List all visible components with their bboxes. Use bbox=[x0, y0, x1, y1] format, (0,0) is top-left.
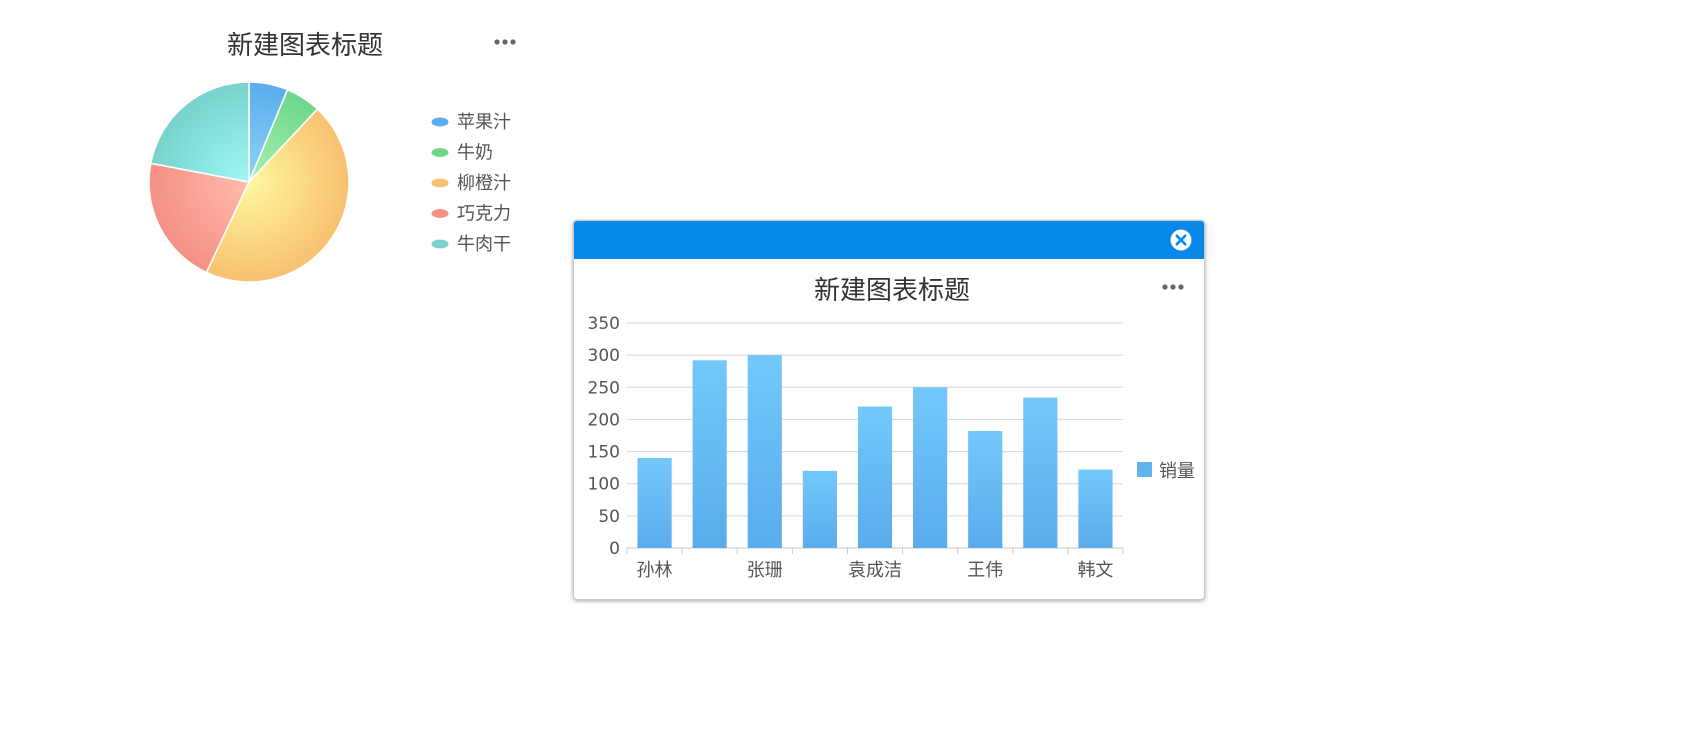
popup-header bbox=[574, 221, 1204, 259]
bar[interactable] bbox=[1078, 469, 1113, 548]
pie-legend-label[interactable]: 牛肉干 bbox=[457, 234, 511, 255]
pie-more-icon[interactable] bbox=[494, 39, 516, 45]
bar-chart: 新建图表标题 0 50 100 150 200 250 300 350 孙林 张珊 袁成洁 王伟 韩文… bbox=[588, 276, 1195, 581]
bar-y-tick-label: 250 bbox=[588, 378, 620, 398]
bar-x-tick-label: 孙林 bbox=[637, 560, 673, 581]
bar[interactable] bbox=[637, 458, 672, 548]
pie-chart-title: 新建图表标题 bbox=[227, 31, 383, 61]
bar-y-tick-label: 200 bbox=[588, 410, 620, 430]
chart-popup-window: 新建图表标题 0 50 100 150 200 250 300 350 孙林 张珊 袁成洁 王伟 韩文… bbox=[573, 220, 1205, 600]
bar-x-axis: 孙林 张珊 袁成洁 王伟 韩文 bbox=[626, 548, 1124, 581]
page-canvas: 新建图表标题 苹果汁 牛奶 柳橙汁 巧克力 牛肉干 新建图表标题 0 50 10… bbox=[0, 0, 1699, 743]
bar-x-tick-label: 韩文 bbox=[1077, 560, 1113, 581]
pie-legend-label[interactable]: 牛奶 bbox=[457, 143, 493, 164]
bar-y-tick-label: 0 bbox=[609, 539, 620, 559]
bar-x-tick-label: 袁成洁 bbox=[848, 560, 902, 581]
pie-legend-marker bbox=[431, 239, 449, 249]
bar-legend-marker bbox=[1137, 462, 1152, 477]
bar-legend: 销量 bbox=[1137, 461, 1195, 482]
bar-y-axis: 0 50 100 150 200 250 300 350 bbox=[588, 314, 620, 559]
bar[interactable] bbox=[968, 431, 1003, 548]
pie-legend-label[interactable]: 苹果汁 bbox=[457, 112, 511, 133]
pie-legend-marker bbox=[431, 209, 449, 218]
pie-legend-marker bbox=[431, 117, 449, 127]
bar[interactable] bbox=[913, 387, 948, 548]
close-circle-icon[interactable] bbox=[1170, 229, 1192, 251]
pie-slices bbox=[148, 81, 350, 283]
bar-chart-title: 新建图表标题 bbox=[814, 276, 970, 306]
bar-x-tick-label: 张珊 bbox=[747, 560, 783, 581]
bar[interactable] bbox=[692, 360, 727, 548]
bar-x-tick-label: 王伟 bbox=[967, 560, 1003, 581]
bar[interactable] bbox=[802, 470, 837, 548]
pie-legend-label[interactable]: 巧克力 bbox=[457, 204, 511, 225]
bar-more-icon[interactable] bbox=[1162, 284, 1184, 290]
bar-y-tick-label: 50 bbox=[598, 507, 620, 527]
pie-legend: 苹果汁牛奶柳橙汁巧克力牛肉干 bbox=[431, 112, 511, 255]
bar[interactable] bbox=[857, 406, 893, 548]
pie-legend-marker bbox=[431, 178, 449, 188]
bar-series-bars bbox=[637, 355, 1113, 548]
bar-y-tick-label: 100 bbox=[588, 475, 620, 495]
pie-chart: 新建图表标题 苹果汁牛奶柳橙汁巧克力牛肉干 bbox=[148, 31, 516, 283]
bar-y-tick-label: 300 bbox=[588, 346, 620, 366]
bar-y-tick-label: 150 bbox=[588, 443, 620, 463]
pie-legend-marker bbox=[431, 148, 449, 157]
bar-y-tick-label: 350 bbox=[588, 314, 620, 334]
pie-legend-label[interactable]: 柳橙汁 bbox=[457, 173, 511, 194]
bar-legend-label[interactable]: 销量 bbox=[1159, 461, 1195, 482]
bar[interactable] bbox=[1023, 397, 1058, 548]
bar[interactable] bbox=[747, 355, 782, 548]
